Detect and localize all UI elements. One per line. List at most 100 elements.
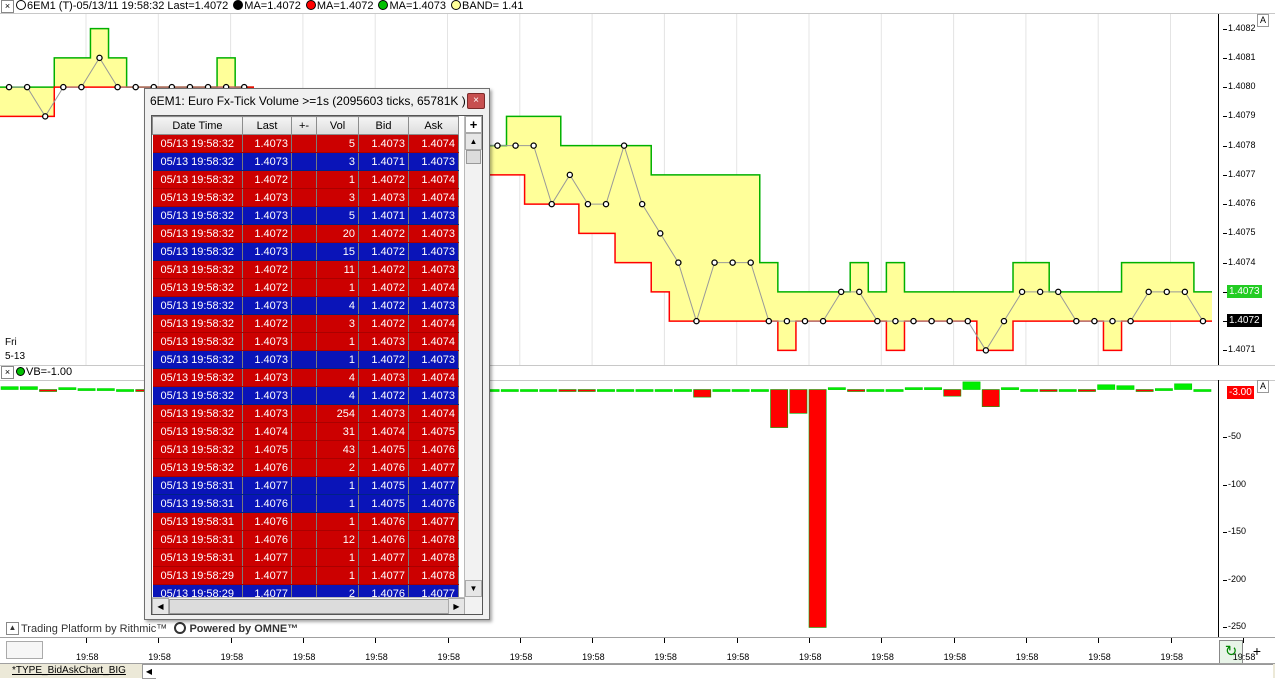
time-axis-scroll-box[interactable] [6, 641, 43, 659]
time-tick-label: 19:58 [437, 652, 461, 662]
table-row[interactable]: 05/13 19:58:32 1.4073 1 1.4073 1.4074 [152, 332, 459, 351]
ma3-label: MA=1.4073 [378, 0, 446, 13]
volume-autoscale-button[interactable]: A [1257, 380, 1269, 393]
volume-bar [1058, 389, 1077, 392]
table-row[interactable]: 05/13 19:58:32 1.4073 3 1.4071 1.4073 [152, 152, 459, 171]
table-row[interactable]: 05/13 19:58:32 1.4073 15 1.4072 1.4073 [152, 242, 459, 261]
volume-axis[interactable]: A -50 -100 -150 -200 -250 -3.00 [1219, 380, 1275, 637]
volume-bar [789, 389, 808, 414]
table-row[interactable]: 05/13 19:58:32 1.4072 20 1.4072 1.4073 [152, 224, 459, 243]
volume-current-tag: -3.00 [1227, 386, 1254, 400]
cell-ask: 1.4075 [408, 422, 459, 441]
horizontal-scrollbar[interactable] [155, 664, 1273, 678]
table-row[interactable]: 05/13 19:58:31 1.4076 1 1.4076 1.4077 [152, 512, 459, 531]
time-and-sales-grid[interactable]: Date Time Last +- Vol Bid Ask 05/13 19:5… [151, 115, 483, 615]
col-header-vol[interactable]: Vol [316, 116, 359, 135]
close-volume-pane-button[interactable]: × [1, 366, 14, 379]
volume-bar [981, 389, 1000, 407]
volume-bar [539, 389, 558, 392]
cell-bid: 1.4076 [358, 530, 409, 549]
cell-datetime: 05/13 19:58:32 [152, 260, 243, 279]
time-tick-mark [447, 638, 449, 643]
cell-bid: 1.4074 [358, 422, 409, 441]
table-row[interactable]: 05/13 19:58:29 1.4077 1 1.4077 1.4078 [152, 566, 459, 585]
price-point [548, 200, 555, 208]
cell-vol: 1 [316, 566, 359, 585]
cell-last: 1.4075 [242, 440, 292, 459]
col-header-bid[interactable]: Bid [358, 116, 409, 135]
table-row[interactable]: 05/13 19:58:31 1.4076 12 1.4076 1.4078 [152, 530, 459, 549]
cell-last: 1.4072 [242, 260, 292, 279]
time-and-sales-window[interactable]: 6EM1: Euro Fx-Tick Volume >=1s (2095603 … [144, 88, 490, 620]
volume-bar [962, 381, 981, 390]
col-header-datetime[interactable]: Date Time [152, 116, 243, 135]
time-tick-mark [158, 638, 160, 643]
scroll-up-icon[interactable]: ▲ [465, 133, 482, 150]
table-row[interactable]: 05/13 19:58:32 1.4072 3 1.4072 1.4074 [152, 314, 459, 333]
table-row[interactable]: 05/13 19:58:31 1.4077 1 1.4075 1.4077 [152, 476, 459, 495]
table-row[interactable]: 05/13 19:58:32 1.4075 43 1.4075 1.4076 [152, 440, 459, 459]
time-axis[interactable]: ↻ + 19:58 19:58 19:58 19:58 19:58 19:58 19:58 1… [0, 637, 1275, 664]
close-icon[interactable]: × [467, 93, 485, 109]
col-header-last[interactable]: Last [242, 116, 292, 135]
scroll-right-table-icon[interactable]: ▶ [448, 598, 465, 614]
table-row[interactable]: 05/13 19:58:32 1.4072 1 1.4072 1.4074 [152, 170, 459, 189]
scroll-down-icon[interactable]: ▼ [465, 580, 482, 597]
branding-toggle-icon[interactable]: ▲ [6, 622, 19, 635]
cell-last: 1.4076 [242, 494, 292, 513]
cell-datetime: 05/13 19:58:32 [152, 224, 243, 243]
scroll-left-table-icon[interactable]: ◀ [152, 598, 169, 614]
time-tick-mark [736, 638, 738, 643]
table-row[interactable]: 05/13 19:58:31 1.4076 1 1.4075 1.4076 [152, 494, 459, 513]
ma2-text: MA=1.4072 [316, 0, 374, 12]
cell-datetime: 05/13 19:58:32 [152, 152, 243, 171]
table-row[interactable]: 05/13 19:58:32 1.4073 1 1.4072 1.4073 [152, 350, 459, 369]
table-row[interactable]: 05/13 19:58:32 1.4073 5 1.4073 1.4074 [152, 134, 459, 153]
vertical-scroll-thumb[interactable] [466, 150, 481, 164]
table-row[interactable]: 05/13 19:58:32 1.4076 2 1.4076 1.4077 [152, 458, 459, 477]
cell-change [291, 494, 317, 513]
close-pane-button[interactable]: × [1, 0, 14, 13]
table-row[interactable]: 05/13 19:58:32 1.4073 3 1.4073 1.4074 [152, 188, 459, 207]
col-header-ask[interactable]: Ask [408, 116, 459, 135]
cell-ask: 1.4077 [408, 512, 459, 531]
price-tick-label: 1.4080 [1223, 81, 1256, 92]
table-row[interactable]: 05/13 19:58:32 1.4073 5 1.4071 1.4073 [152, 206, 459, 225]
table-row[interactable]: 05/13 19:58:32 1.4072 11 1.4072 1.4073 [152, 260, 459, 279]
volume-bar [847, 389, 866, 392]
table-row[interactable]: 05/13 19:58:32 1.4073 254 1.4073 1.4074 [152, 404, 459, 423]
table-row[interactable]: 05/13 19:58:31 1.4077 1 1.4077 1.4078 [152, 548, 459, 567]
table-row[interactable]: 05/13 19:58:32 1.4073 4 1.4073 1.4074 [152, 368, 459, 387]
cell-datetime: 05/13 19:58:32 [152, 314, 243, 333]
cell-datetime: 05/13 19:58:32 [152, 404, 243, 423]
time-tick-label: 19:58 [799, 652, 822, 662]
price-point [964, 317, 972, 325]
table-horizontal-scrollbar[interactable]: ◀ ▶ [152, 597, 465, 614]
horizontal-scroll-thumb[interactable] [169, 599, 451, 614]
price-autoscale-button[interactable]: A [1257, 14, 1269, 27]
cell-vol: 1 [316, 548, 359, 567]
cell-ask: 1.4074 [408, 170, 459, 189]
table-row[interactable]: 05/13 19:58:32 1.4073 4 1.4072 1.4073 [152, 386, 459, 405]
price-point [620, 142, 628, 149]
cell-bid: 1.4072 [358, 296, 409, 315]
cell-last: 1.4072 [242, 314, 292, 333]
table-row[interactable]: 05/13 19:58:32 1.4074 31 1.4074 1.4075 [152, 422, 459, 441]
price-point [512, 142, 519, 149]
chart-tab[interactable]: *TYPE_BidAskChart_BIG [12, 664, 126, 677]
table-row[interactable]: 05/13 19:58:32 1.4072 1 1.4072 1.4074 [152, 278, 459, 297]
ma-price-tag: 1.4073 [1227, 284, 1262, 298]
table-vertical-scrollbar[interactable]: + ▲ ▼ [464, 116, 482, 597]
add-column-button[interactable]: + [465, 116, 482, 133]
ma1-text: MA=1.4072 [244, 0, 301, 12]
col-header-change[interactable]: +- [291, 116, 317, 135]
volume-bar [19, 386, 38, 390]
price-point [60, 83, 67, 91]
table-row[interactable]: 05/13 19:58:32 1.4073 4 1.4072 1.4073 [152, 296, 459, 315]
volume-tick-label: -250 [1222, 621, 1247, 632]
volume-tick-label: -200 [1222, 573, 1247, 584]
time-tick-mark [809, 638, 810, 643]
cell-vol: 4 [316, 386, 359, 405]
cell-ask: 1.4073 [408, 152, 459, 171]
price-axis[interactable]: A 1.4082 1.4081 1.4080 1.4079 1.4078 1.4077 1.… [1219, 14, 1275, 365]
